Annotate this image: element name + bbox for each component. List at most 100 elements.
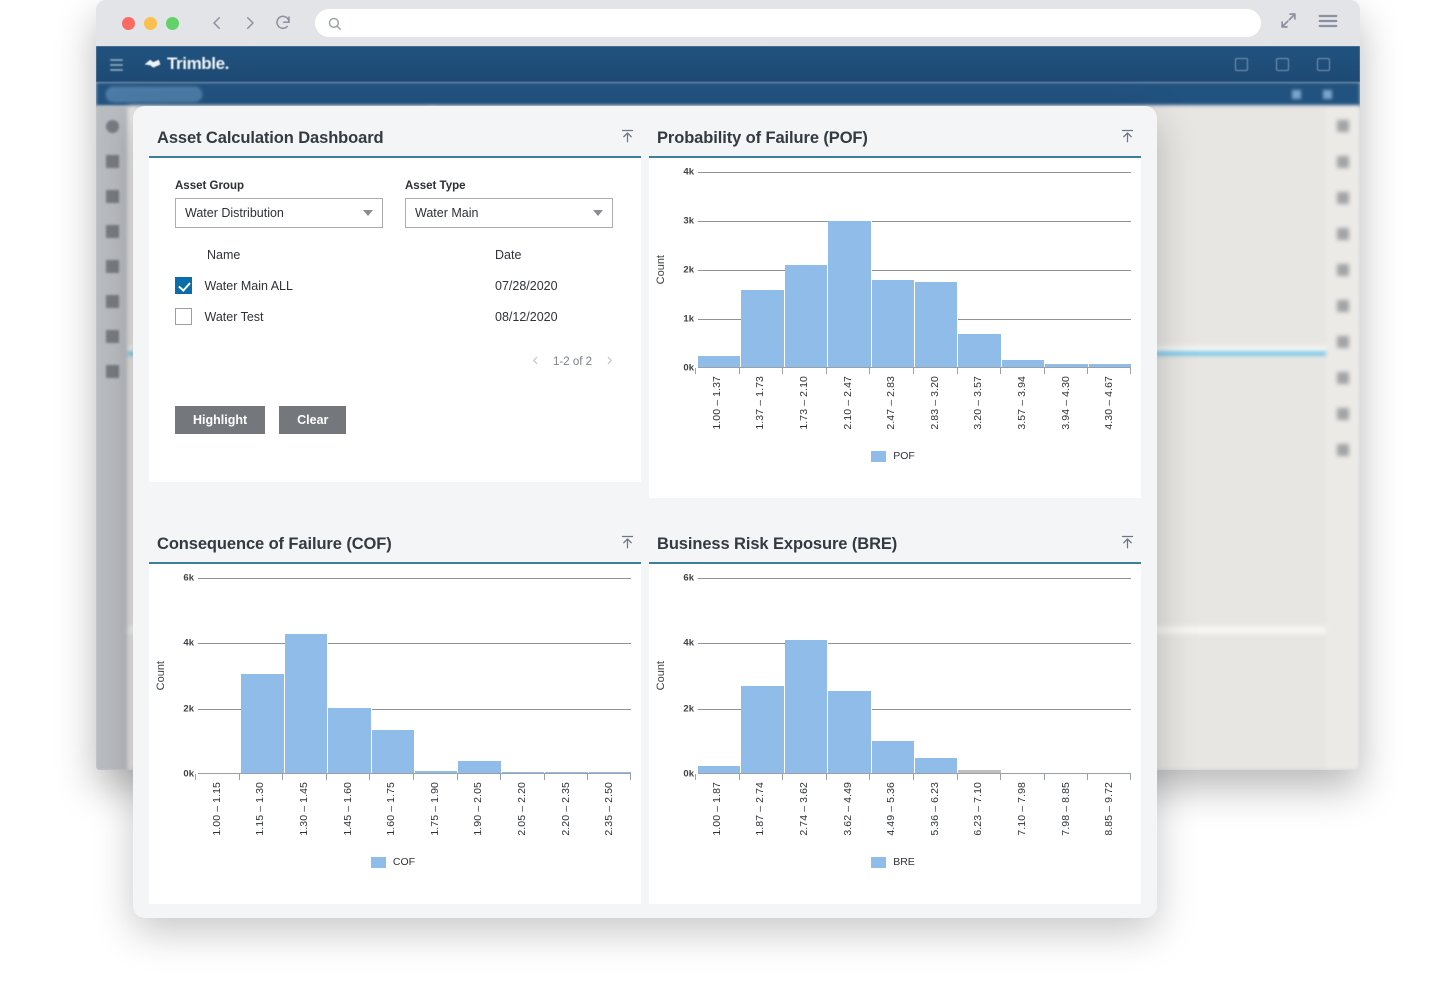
delete-icon[interactable] [105,260,119,273]
close-window-button[interactable] [122,16,135,30]
pof-x-tick: 2.83 – 3.20 [912,368,957,442]
asset-type-select[interactable]: Water Main [405,198,613,228]
bre-bar[interactable] [741,685,785,774]
highlight-button[interactable]: Highlight [175,406,266,434]
pof-bar[interactable] [741,289,785,368]
table-body: Water Main ALL 07/28/2020 Water Test 08/… [175,270,615,332]
map-table-icon[interactable] [1337,372,1349,384]
map-share-icon[interactable] [1337,336,1349,348]
bre-bar[interactable] [871,741,916,774]
trimble-logo: Trimble. [143,54,229,74]
pof-x-tick-label: 1.00 – 1.37 [710,376,723,430]
cof-chart[interactable]: Count 0k 2k 4k 6k 1.00 – 1.15 1.15 – 1.30 1.30 … [149,564,641,904]
grid-icon[interactable] [105,365,119,378]
map-layers-icon[interactable] [1337,120,1349,132]
page-title: Asset Calculation Dashboard [157,129,384,147]
bre-x-tick-label: 7.10 – 7.98 [1015,782,1028,836]
chart-icon[interactable] [105,295,119,308]
panel-actions: Highlight Clear [175,406,615,434]
pof-x-tick-label: 2.10 – 2.47 [841,376,854,430]
cof-bar[interactable] [328,708,372,774]
cof-x-tick-label: 2.05 – 2.20 [515,782,528,836]
collapse-icon[interactable] [1120,534,1135,554]
pof-chart[interactable]: Count 0k 1k 2k 3k 4k 1.00 – 1.37 1.37 – 1.73 1.7… [649,158,1141,498]
pof-bar[interactable] [828,221,872,368]
cof-chart-body[interactable]: Count 0k 2k 4k 6k 1.00 – 1.15 1.15 – 1.30 1.30 … [149,564,641,904]
cof-x-tick: 1.45 – 1.60 [325,774,370,848]
table-row[interactable]: Water Main ALL 07/28/2020 [175,270,615,301]
collapse-icon[interactable] [620,534,635,554]
row-checkbox[interactable] [175,277,192,294]
map-measure-icon[interactable] [1337,228,1349,240]
cof-bar[interactable] [241,674,285,774]
asset-calculation-dashboard: Asset Calculation Dashboard Asset Group … [133,106,1157,918]
menu-icon[interactable] [1318,13,1338,34]
pof-chart-body[interactable]: Count 0k 1k 2k 3k 4k 1.00 – 1.37 1.37 – 1.73 1.7… [649,158,1141,498]
map-print-icon[interactable] [1337,300,1349,312]
pof-bar[interactable] [958,333,1002,368]
bre-bar[interactable] [915,758,959,774]
back-icon[interactable] [207,13,227,33]
address-bar[interactable] [315,9,1261,37]
measure-icon[interactable] [105,190,119,203]
asset-type-value: Water Main [415,206,479,220]
bre-chart[interactable]: Count 0k 2k 4k 6k 1.00 – 1.87 1.87 – 2.74 2.74 … [649,564,1141,904]
pof-bar[interactable] [784,265,829,368]
filter-icon[interactable] [1292,89,1301,99]
cof-x-tick-label: 1.75 – 1.90 [428,782,441,836]
bre-bar[interactable] [828,690,872,774]
user-icon[interactable] [1276,57,1289,71]
cof-y-axis-label: Count [155,661,167,691]
cof-x-tick: 1.00 – 1.15 [195,774,239,848]
clear-button[interactable]: Clear [279,406,347,434]
bre-x-tick-label: 5.36 – 6.23 [928,782,941,836]
pof-bars [698,172,1132,368]
pof-x-tick-label: 1.37 – 1.73 [754,376,767,430]
bre-chart-body[interactable]: Count 0k 2k 4k 6k 1.00 – 1.87 1.87 – 2.74 2.74 … [649,564,1141,904]
map-settings-icon[interactable] [1337,444,1349,456]
chevron-right-icon[interactable] [604,354,615,370]
move-icon[interactable] [105,155,119,168]
map-search-icon[interactable] [1337,408,1349,420]
pof-bar[interactable] [871,279,916,368]
pof-bar[interactable] [915,282,959,368]
forward-icon[interactable] [240,13,260,33]
app-menu-icon[interactable] [110,58,123,71]
search-rail-icon[interactable] [105,330,119,343]
funnel-icon[interactable] [1323,89,1332,99]
dashboard-panel-card: Asset Calculation Dashboard Asset Group … [149,120,641,498]
reload-icon[interactable] [273,13,293,33]
cof-y-ticks: 0k 2k 4k 6k [172,573,198,780]
draw-icon[interactable] [105,225,119,238]
help-icon[interactable] [1235,57,1248,71]
location-icon[interactable] [105,120,119,133]
minimize-window-button[interactable] [144,16,157,30]
map-info-icon[interactable] [1337,156,1349,168]
cof-legend: COF [155,856,631,872]
collapse-icon[interactable] [1120,128,1135,148]
url-input[interactable] [350,16,1249,30]
chevron-left-icon[interactable] [530,354,541,370]
bre-plot-area [698,578,1132,774]
cof-bar[interactable] [284,633,329,774]
expand-icon[interactable] [1279,11,1298,35]
table-header-row: Name Date [175,244,615,270]
bre-x-tick: 1.00 – 1.87 [695,774,739,848]
asset-group-select[interactable]: Water Distribution [175,198,383,228]
pof-y-ticks: 0k 1k 2k 3k 4k [672,167,698,374]
pof-x-tick: 1.73 – 2.10 [782,368,826,442]
bre-bar[interactable] [784,640,829,774]
apps-icon[interactable] [1317,57,1330,71]
table-row[interactable]: Water Test 08/12/2020 [175,301,615,332]
cof-y-tick: 0k [183,768,194,780]
map-basemap-icon[interactable] [1337,264,1349,276]
map-locate-icon[interactable] [1337,192,1349,204]
maximize-window-button[interactable] [166,16,179,30]
collapse-icon[interactable] [620,128,635,148]
bre-bars [698,578,1132,774]
row-checkbox[interactable] [175,308,192,325]
cof-x-tick-label: 2.35 – 2.50 [603,782,616,836]
app-tab[interactable] [106,86,202,102]
cof-bar[interactable] [371,729,416,774]
bre-x-tick: 1.87 – 2.74 [738,774,783,848]
